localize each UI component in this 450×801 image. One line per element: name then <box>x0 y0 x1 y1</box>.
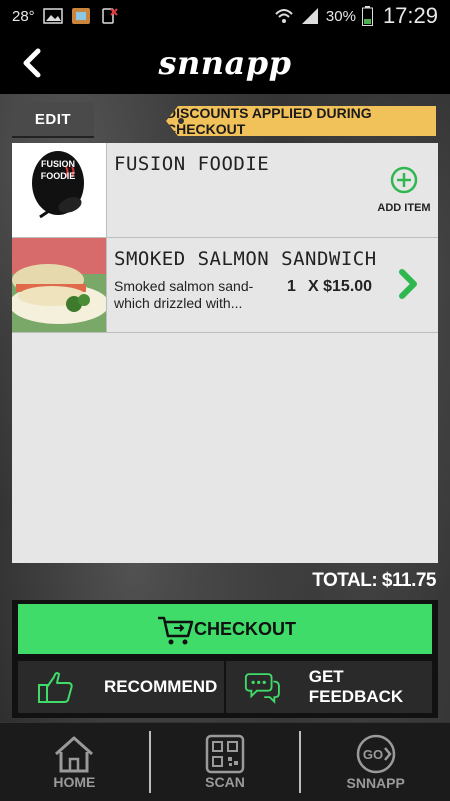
nav-snnapp[interactable]: GO SNNAPP <box>301 723 450 801</box>
qr-code-icon <box>205 734 245 774</box>
nav-home-label: HOME <box>53 774 96 790</box>
cart-total: TOTAL: $11.75 <box>312 570 436 591</box>
signal-icon <box>301 8 318 24</box>
nav-scan-label: SCAN <box>205 774 245 790</box>
cart-list: FUSION FOODIE FUSION FOODIE ADD ITEM SMO… <box>12 143 438 563</box>
plus-circle-icon <box>390 166 418 194</box>
recommend-label: RECOMMEND <box>104 677 218 696</box>
checkout-label: CHECKOUT <box>194 618 296 639</box>
app-logo: snnapp <box>158 44 292 82</box>
wifi-icon <box>275 9 293 23</box>
get-feedback-label: GET FEEDBACK <box>308 667 404 706</box>
sandwich-photo <box>12 238 106 332</box>
edit-button[interactable]: EDIT <box>12 102 94 138</box>
status-bar: 28° 30% 17:29 <box>0 0 450 32</box>
thumbs-up-icon <box>38 672 73 703</box>
restaurant-row: FUSION FOODIE FUSION FOODIE ADD ITEM <box>12 143 438 238</box>
nav-home[interactable]: HOME <box>0 723 149 801</box>
action-panel: CHECKOUT RECOMMEND GET FEEDBACK <box>12 600 438 718</box>
logo-text-line1: FUSION <box>41 159 75 169</box>
get-feedback-button[interactable]: GET FEEDBACK <box>226 661 432 713</box>
photo-app-icon <box>71 8 90 24</box>
item-photo <box>12 238 107 332</box>
battery-percent: 30% <box>325 7 356 25</box>
add-item-label: ADD ITEM <box>377 202 431 214</box>
nav-scan[interactable]: SCAN <box>151 723 300 801</box>
checkout-button[interactable]: CHECKOUT <box>18 604 432 654</box>
recommend-button[interactable]: RECOMMEND <box>18 661 224 713</box>
temperature-text: 28° <box>12 7 35 25</box>
restaurant-logo: FUSION FOODIE <box>12 143 107 237</box>
chevron-left-icon <box>23 48 41 78</box>
item-quantity: 1 <box>287 278 296 295</box>
chevron-right-icon[interactable] <box>396 268 422 300</box>
nav-snnapp-label: SNNAPP <box>346 775 405 791</box>
add-item-button[interactable]: ADD ITEM <box>374 165 434 214</box>
chat-bubbles-icon <box>244 673 280 704</box>
gallery-icon <box>42 8 63 24</box>
go-icon: GO <box>356 734 395 774</box>
tag-hole <box>178 118 184 124</box>
discount-tag: DISCOUNTS APPLIED DURING CHECKOUT <box>166 106 436 136</box>
bottom-nav: HOME SCAN GO SNNAPP <box>0 722 450 801</box>
cart-item-row[interactable]: SMOKED SALMON SANDWICH Smoked salmon san… <box>12 238 438 333</box>
back-button[interactable] <box>14 44 50 82</box>
missed-call-icon <box>101 8 118 24</box>
clock: 17:29 <box>382 3 438 28</box>
item-description: Smoked salmon sand-which drizzled with..… <box>114 278 254 311</box>
discount-notice: DISCOUNTS APPLIED DURING CHECKOUT <box>166 105 372 137</box>
item-price: X $15.00 <box>308 278 373 295</box>
logo-text-line2: FOODIE <box>41 171 76 181</box>
home-icon <box>55 736 94 773</box>
svg-text:GO: GO <box>363 747 383 762</box>
cart-icon <box>158 616 194 645</box>
restaurant-name: FUSION FOODIE <box>114 153 270 175</box>
fusion-foodie-logo: FUSION FOODIE <box>12 143 106 237</box>
battery-icon <box>361 6 373 26</box>
item-name: SMOKED SALMON SANDWICH <box>114 248 377 270</box>
app-header: snnapp <box>0 32 450 94</box>
